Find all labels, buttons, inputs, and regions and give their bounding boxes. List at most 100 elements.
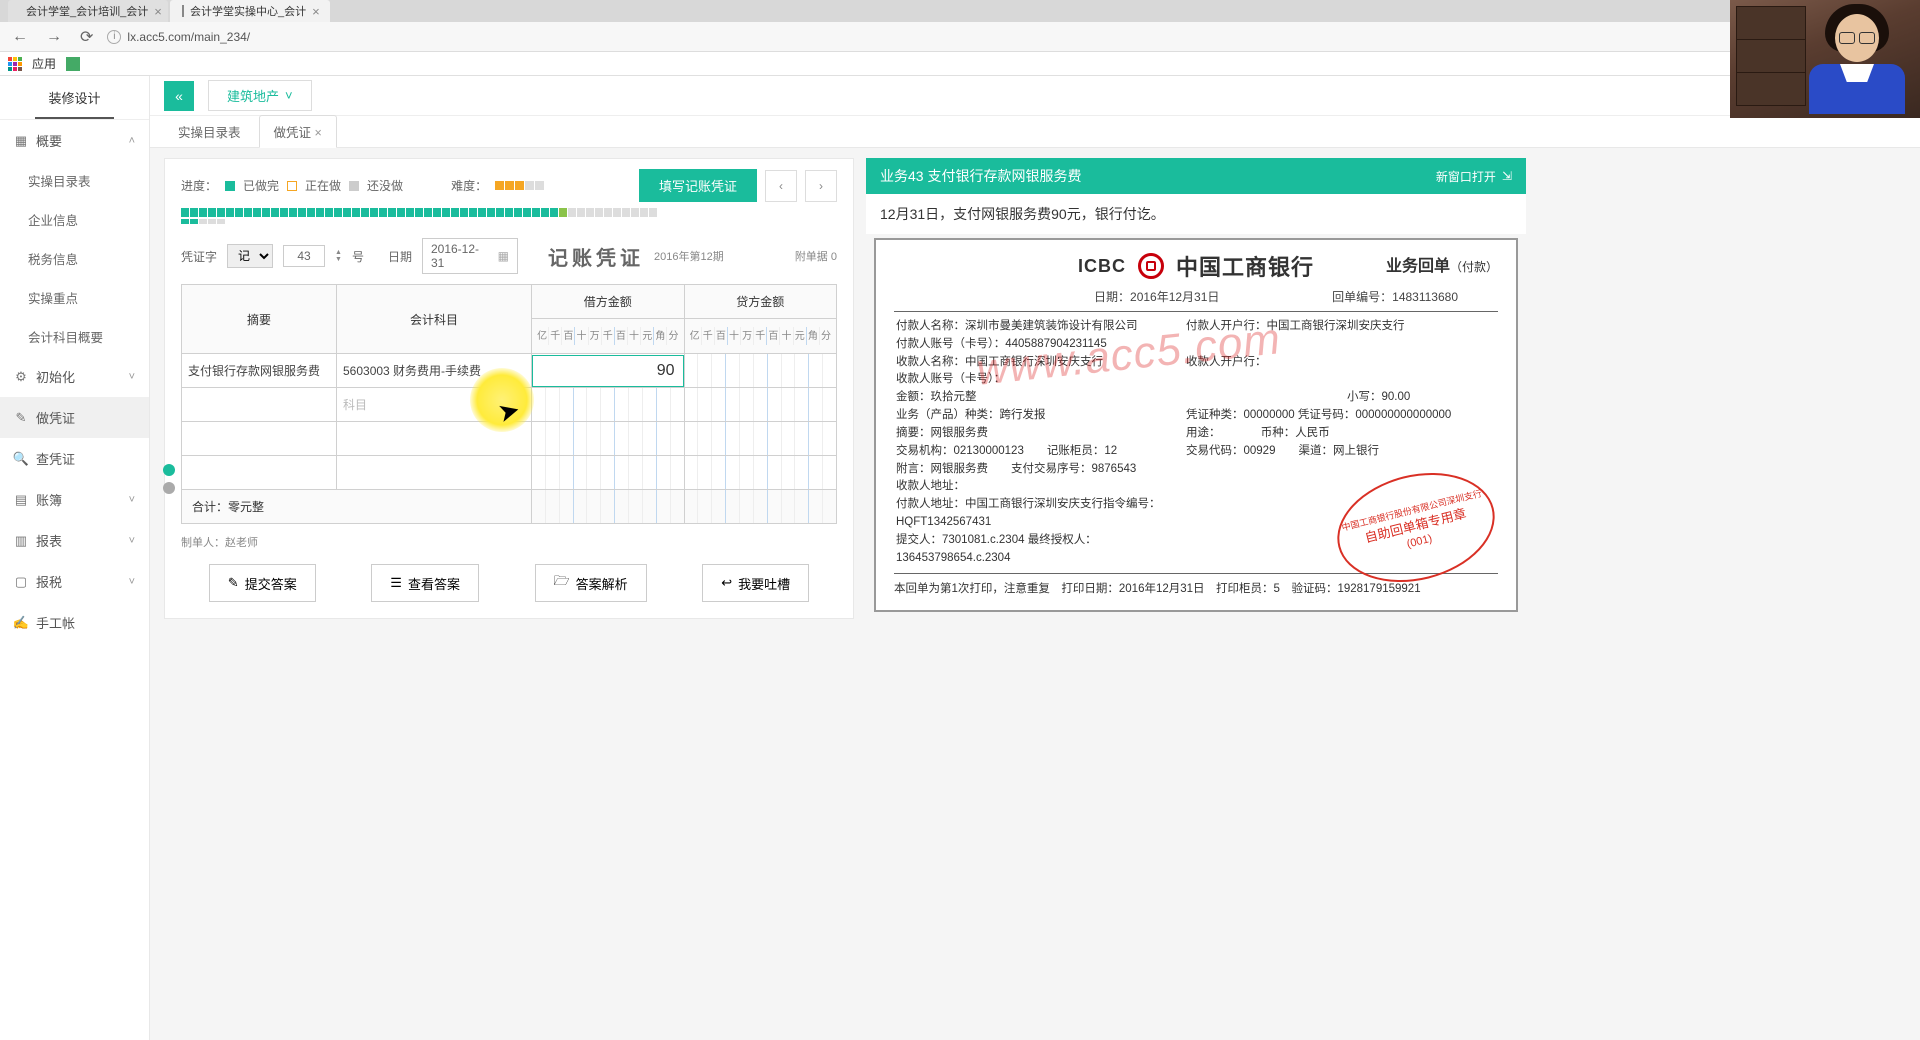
fill-voucher-button[interactable]: 填写记账凭证	[639, 169, 757, 202]
sidebar: 装修设计 ▦概要˄ 实操目录表 企业信息 税务信息 实操重点 会计科目概要 ⚙初…	[0, 76, 150, 1040]
number-spinner[interactable]: ▲▼	[335, 249, 342, 263]
view-answer-button[interactable]: ☰查看答案	[371, 564, 479, 602]
subject-cell[interactable]: 5603003 财务费用-手续费	[337, 354, 532, 388]
submit-answer-button[interactable]: ✎ 提交答案	[209, 564, 316, 602]
date-value: 2016-12-31	[431, 242, 492, 270]
chevron-down-icon: ˅	[129, 494, 135, 506]
add-row-button[interactable]	[163, 464, 175, 476]
apps-label[interactable]: 应用	[32, 55, 56, 72]
credit-cell[interactable]	[684, 388, 837, 422]
sidebar-label: 报表	[36, 531, 62, 550]
collapse-sidebar-button[interactable]: «	[164, 81, 194, 111]
back-button[interactable]: ←	[8, 28, 32, 46]
bank-receipt: ICBC 中国工商银行 业务回单（付款） 日期：2016年12月31日 回单编号…	[874, 238, 1518, 612]
info-icon: i	[107, 30, 121, 44]
next-button[interactable]: ›	[805, 170, 837, 202]
sidebar-item-make-voucher[interactable]: ✎做凭证	[0, 397, 149, 438]
legend-done: 已做完	[243, 177, 279, 194]
voucher-word-select[interactable]: 记	[227, 244, 273, 268]
prev-button[interactable]: ‹	[765, 170, 797, 202]
receipt-date: 日期：2016年12月31日	[1094, 288, 1219, 305]
close-icon[interactable]: ×	[315, 126, 322, 140]
apps-icon[interactable]	[8, 57, 22, 71]
sidebar-label: 做凭证	[36, 408, 75, 427]
sidebar-item-overview[interactable]: ▦概要˄	[0, 120, 149, 161]
bookmark-bar: 应用	[0, 52, 1920, 76]
spin-down-icon[interactable]: ▼	[335, 256, 342, 263]
summary-cell[interactable]	[182, 388, 337, 422]
btn-label: 查看答案	[408, 574, 460, 593]
hand-icon: ✍	[14, 616, 28, 630]
voucher-row-3	[182, 422, 837, 456]
forward-button[interactable]: →	[42, 28, 66, 46]
search-icon: 🔍	[14, 452, 28, 466]
attach-label: 附单据	[795, 251, 828, 263]
debit-cell[interactable]: 90	[532, 354, 685, 388]
address-bar: ← → ⟳ ilx.acc5.com/main_234/	[0, 22, 1920, 52]
summary-cell[interactable]: 支付银行存款网银服务费	[182, 354, 337, 388]
company-selector[interactable]: 建筑地产 ˅	[208, 80, 312, 111]
page-tabs: 实操目录表 做凭证 ×	[150, 116, 1920, 148]
calendar-icon: ▦	[498, 249, 509, 263]
browser-tab-1[interactable]: 会计学堂_会计培训_会计 ×	[8, 0, 168, 22]
complain-button[interactable]: ↩我要吐槽	[702, 564, 809, 602]
progress-bar-1	[181, 208, 837, 217]
voucher-period: 2016年第12期	[654, 248, 724, 264]
voucher-word-label: 凭证字	[181, 248, 217, 265]
tab-title: 会计学堂_会计培训_会计	[26, 3, 148, 19]
sidebar-item-taxfile[interactable]: ▢报税˅	[0, 561, 149, 602]
analysis-button[interactable]: 🗁答案解析	[535, 564, 647, 602]
tab-title: 会计学堂实操中心_会计	[190, 3, 306, 19]
sidebar-label: 查凭证	[36, 449, 75, 468]
grid-icon: ▦	[14, 134, 28, 148]
progress-label: 进度：	[181, 177, 217, 194]
voucher-row-2: 科目	[182, 388, 837, 422]
chevron-down-icon: ˅	[129, 576, 135, 588]
reload-button[interactable]: ⟳	[76, 27, 97, 47]
tab-make-voucher[interactable]: 做凭证 ×	[259, 115, 337, 148]
spin-up-icon[interactable]: ▲	[335, 249, 342, 256]
voucher-panel: 进度： 已做完 正在做 还没做 难度： 填写记账凭证 ‹ › 凭证字 记 43 …	[164, 158, 854, 619]
col-summary: 摘要	[182, 285, 337, 354]
sidebar-item-init[interactable]: ⚙初始化˅	[0, 356, 149, 397]
sidebar-sub-tax[interactable]: 税务信息	[0, 239, 149, 278]
close-icon[interactable]: ×	[154, 4, 162, 19]
sidebar-label: 手工帐	[36, 613, 75, 632]
sidebar-sub-catalog[interactable]: 实操目录表	[0, 161, 149, 200]
doc-icon: ▥	[14, 534, 28, 548]
pencil-icon: ✎	[228, 575, 239, 591]
date-label: 日期	[388, 248, 412, 265]
favicon-icon	[182, 5, 184, 17]
sidebar-sub-subjects[interactable]: 会计科目概要	[0, 317, 149, 356]
url-field[interactable]: ilx.acc5.com/main_234/	[107, 30, 1912, 44]
progress-bar-2	[181, 219, 837, 224]
sidebar-label: 报税	[36, 572, 62, 591]
legend-done-icon	[225, 181, 235, 191]
close-icon[interactable]: ×	[312, 4, 320, 19]
credit-cell[interactable]	[684, 354, 837, 388]
reply-icon: ↩	[721, 575, 732, 591]
voucher-number-input[interactable]: 43	[283, 245, 325, 267]
bank-name: 中国工商银行	[1176, 250, 1314, 282]
company-name: 建筑地产	[227, 86, 279, 105]
sidebar-item-report[interactable]: ▥报表˅	[0, 520, 149, 561]
browser-tab-2[interactable]: 会计学堂实操中心_会计 ×	[170, 0, 330, 22]
sidebar-item-manual[interactable]: ✍ 手工帐	[0, 602, 149, 643]
attach-value[interactable]: 0	[831, 251, 837, 263]
debit-cell[interactable]	[532, 388, 685, 422]
chevron-down-icon: ˅	[129, 371, 135, 383]
sidebar-item-query-voucher[interactable]: 🔍 查凭证	[0, 438, 149, 479]
remove-row-button[interactable]	[163, 482, 175, 494]
tab-catalog[interactable]: 实操目录表	[164, 116, 255, 147]
bookmark-icon[interactable]	[66, 57, 80, 71]
voucher-date-input[interactable]: 2016-12-31 ▦	[422, 238, 518, 274]
sidebar-sub-focus[interactable]: 实操重点	[0, 278, 149, 317]
sidebar-item-ledger[interactable]: ▤账簿˅	[0, 479, 149, 520]
voucher-table: 摘要 会计科目 借方金额 贷方金额 亿千百十万千百十元角分 亿千百十万千百十元角…	[181, 284, 837, 524]
subject-placeholder[interactable]: 科目	[337, 388, 532, 422]
sidebar-sub-company[interactable]: 企业信息	[0, 200, 149, 239]
chevron-down-icon: ˅	[285, 88, 293, 103]
receipt-no: 回单编号：1483113680	[1332, 288, 1458, 305]
open-new-window[interactable]: 新窗口打开⇲	[1436, 168, 1512, 185]
btn-label: 提交答案	[245, 574, 297, 593]
